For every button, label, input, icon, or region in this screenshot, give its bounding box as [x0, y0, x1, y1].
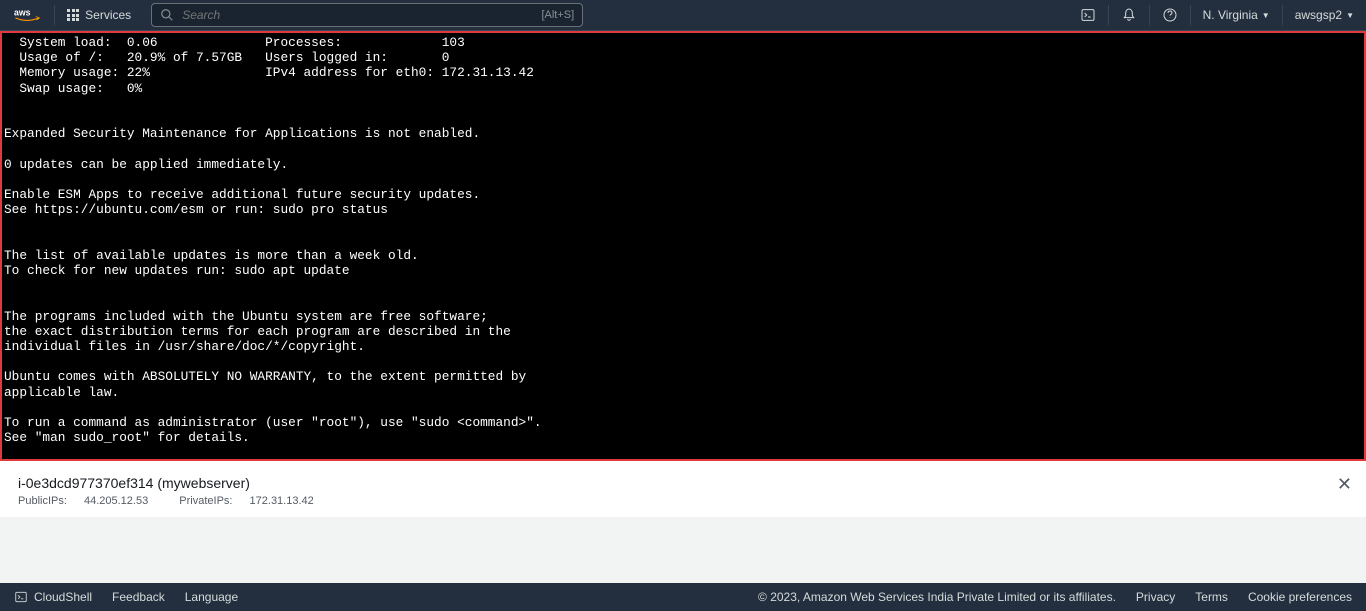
notifications-button[interactable]	[1109, 0, 1149, 30]
services-label: Services	[85, 8, 131, 22]
instance-ips: PublicIPs: 44.205.12.53 PrivateIPs: 172.…	[18, 495, 1348, 507]
feedback-link[interactable]: Feedback	[112, 590, 165, 604]
private-ip: PrivateIPs: 172.31.13.42	[179, 495, 327, 507]
services-button[interactable]: Services	[55, 0, 143, 30]
search-hint: [Alt+S]	[541, 9, 574, 21]
terms-link[interactable]: Terms	[1195, 590, 1228, 604]
account-selector[interactable]: awsgsp2 ▼	[1283, 0, 1366, 30]
top-nav: aws Services [Alt+S] N. Virginia ▼ awsgs…	[0, 0, 1366, 31]
search-input[interactable]	[174, 8, 541, 22]
cloudshell-label: CloudShell	[34, 590, 92, 604]
copyright-text: © 2023, Amazon Web Services India Privat…	[758, 590, 1116, 604]
account-label: awsgsp2	[1295, 8, 1342, 22]
privacy-link[interactable]: Privacy	[1136, 590, 1175, 604]
cloudshell-icon	[14, 590, 28, 604]
bell-icon	[1121, 7, 1137, 23]
caret-down-icon: ▼	[1262, 11, 1270, 20]
terminal-output: System load: 0.06 Processes: 103 Usage o…	[4, 35, 542, 445]
region-selector[interactable]: N. Virginia ▼	[1191, 0, 1282, 30]
footer-left: CloudShell Feedback Language	[14, 590, 238, 604]
svg-text:aws: aws	[14, 8, 31, 18]
search-box[interactable]: [Alt+S]	[151, 3, 583, 27]
aws-logo[interactable]: aws	[0, 7, 54, 23]
help-button[interactable]	[1150, 0, 1190, 30]
caret-down-icon: ▼	[1346, 11, 1354, 20]
cookie-link[interactable]: Cookie preferences	[1248, 590, 1352, 604]
instance-title: i-0e3dcd977370ef314 (mywebserver)	[18, 475, 1348, 491]
close-button[interactable]: ✕	[1337, 475, 1352, 493]
top-nav-right: N. Virginia ▼ awsgsp2 ▼	[1068, 0, 1366, 30]
grid-icon	[67, 9, 79, 21]
cloudshell-icon-button[interactable]	[1068, 0, 1108, 30]
cloudshell-icon	[1080, 7, 1096, 23]
help-icon	[1162, 7, 1178, 23]
cloudshell-link[interactable]: CloudShell	[14, 590, 92, 604]
footer: CloudShell Feedback Language © 2023, Ama…	[0, 583, 1366, 611]
terminal[interactable]: System load: 0.06 Processes: 103 Usage o…	[2, 33, 1364, 459]
public-ip: PublicIPs: 44.205.12.53	[18, 495, 162, 507]
instance-info-bar: ✕ i-0e3dcd977370ef314 (mywebserver) Publ…	[0, 461, 1366, 517]
region-label: N. Virginia	[1203, 8, 1258, 22]
language-link[interactable]: Language	[185, 590, 238, 604]
footer-right: © 2023, Amazon Web Services India Privat…	[758, 590, 1352, 604]
terminal-frame: System load: 0.06 Processes: 103 Usage o…	[0, 31, 1366, 461]
search-icon	[160, 8, 174, 22]
